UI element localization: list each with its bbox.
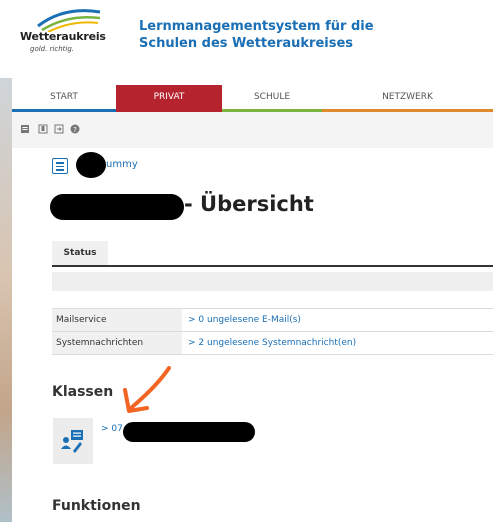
- main-nav: START PRIVAT SCHULE NETZWERK: [12, 85, 493, 112]
- section-funktionen-title: Funktionen: [52, 498, 141, 514]
- mailservice-link[interactable]: > 0 ungelesene E-Mail(s): [188, 309, 301, 331]
- annotation-arrow-icon: [123, 366, 171, 413]
- logo-name: Wetteraukreis: [20, 30, 106, 43]
- tab-privat[interactable]: PRIVAT: [116, 85, 222, 112]
- toolbar: ?: [12, 112, 493, 148]
- site-title[interactable]: Lernmanagementsystem für die Schulen des…: [139, 18, 374, 52]
- logout-icon[interactable]: [54, 124, 64, 134]
- class-link[interactable]: > 07: [101, 424, 123, 434]
- tab-start[interactable]: START: [12, 85, 116, 112]
- svg-text:?: ?: [73, 126, 77, 134]
- tab-netzwerk-label: NETZWERK: [382, 92, 433, 102]
- class-user-icon: [61, 430, 83, 453]
- logo-tagline: gold. richtig.: [30, 45, 75, 53]
- redaction-mark: [50, 194, 184, 220]
- site-title-line-1: Lernmanagementsystem für die: [139, 19, 374, 34]
- bookmark-icon[interactable]: [38, 124, 48, 134]
- tab-status[interactable]: Status: [52, 241, 108, 265]
- table-row: Systemnachrichten > 2 ungelesene Systemn…: [52, 332, 493, 355]
- help-icon[interactable]: ?: [70, 124, 80, 134]
- tab-start-label: START: [50, 92, 78, 102]
- section-klassen-title: Klassen: [52, 384, 114, 400]
- header: Wetteraukreis gold. richtig. Lernmanagem…: [0, 0, 493, 78]
- breadcrumb-link[interactable]: ummy: [106, 159, 138, 170]
- status-table: Mailservice > 0 ungelesene E-Mail(s) Sys…: [52, 308, 493, 355]
- class-icon-tile[interactable]: [53, 418, 93, 464]
- systemnachrichten-label: Systemnachrichten: [52, 332, 182, 354]
- wetteraukreis-logo: [37, 9, 101, 32]
- status-bar: [52, 272, 493, 291]
- redaction-mark: [123, 422, 255, 442]
- redaction-mark: [76, 152, 106, 178]
- site-title-line-2: Schulen des Wetteraukreises: [139, 36, 354, 51]
- tab-schule[interactable]: SCHULE: [222, 85, 322, 112]
- main-content: ummy - Übersicht Status Mailservice > 0 …: [12, 148, 493, 522]
- list-icon[interactable]: [52, 158, 68, 174]
- notes-icon[interactable]: [20, 124, 30, 134]
- page-title: - Übersicht: [184, 192, 314, 216]
- tab-netzwerk[interactable]: NETZWERK: [322, 85, 493, 112]
- tab-privat-label: PRIVAT: [153, 92, 185, 102]
- mailservice-label: Mailservice: [52, 309, 182, 331]
- systemnachrichten-link[interactable]: > 2 ungelesene Systemnachricht(en): [188, 332, 356, 354]
- tab-schule-label: SCHULE: [253, 92, 291, 102]
- status-divider: [52, 265, 493, 267]
- background-strip: [0, 78, 12, 522]
- table-row: Mailservice > 0 ungelesene E-Mail(s): [52, 308, 493, 332]
